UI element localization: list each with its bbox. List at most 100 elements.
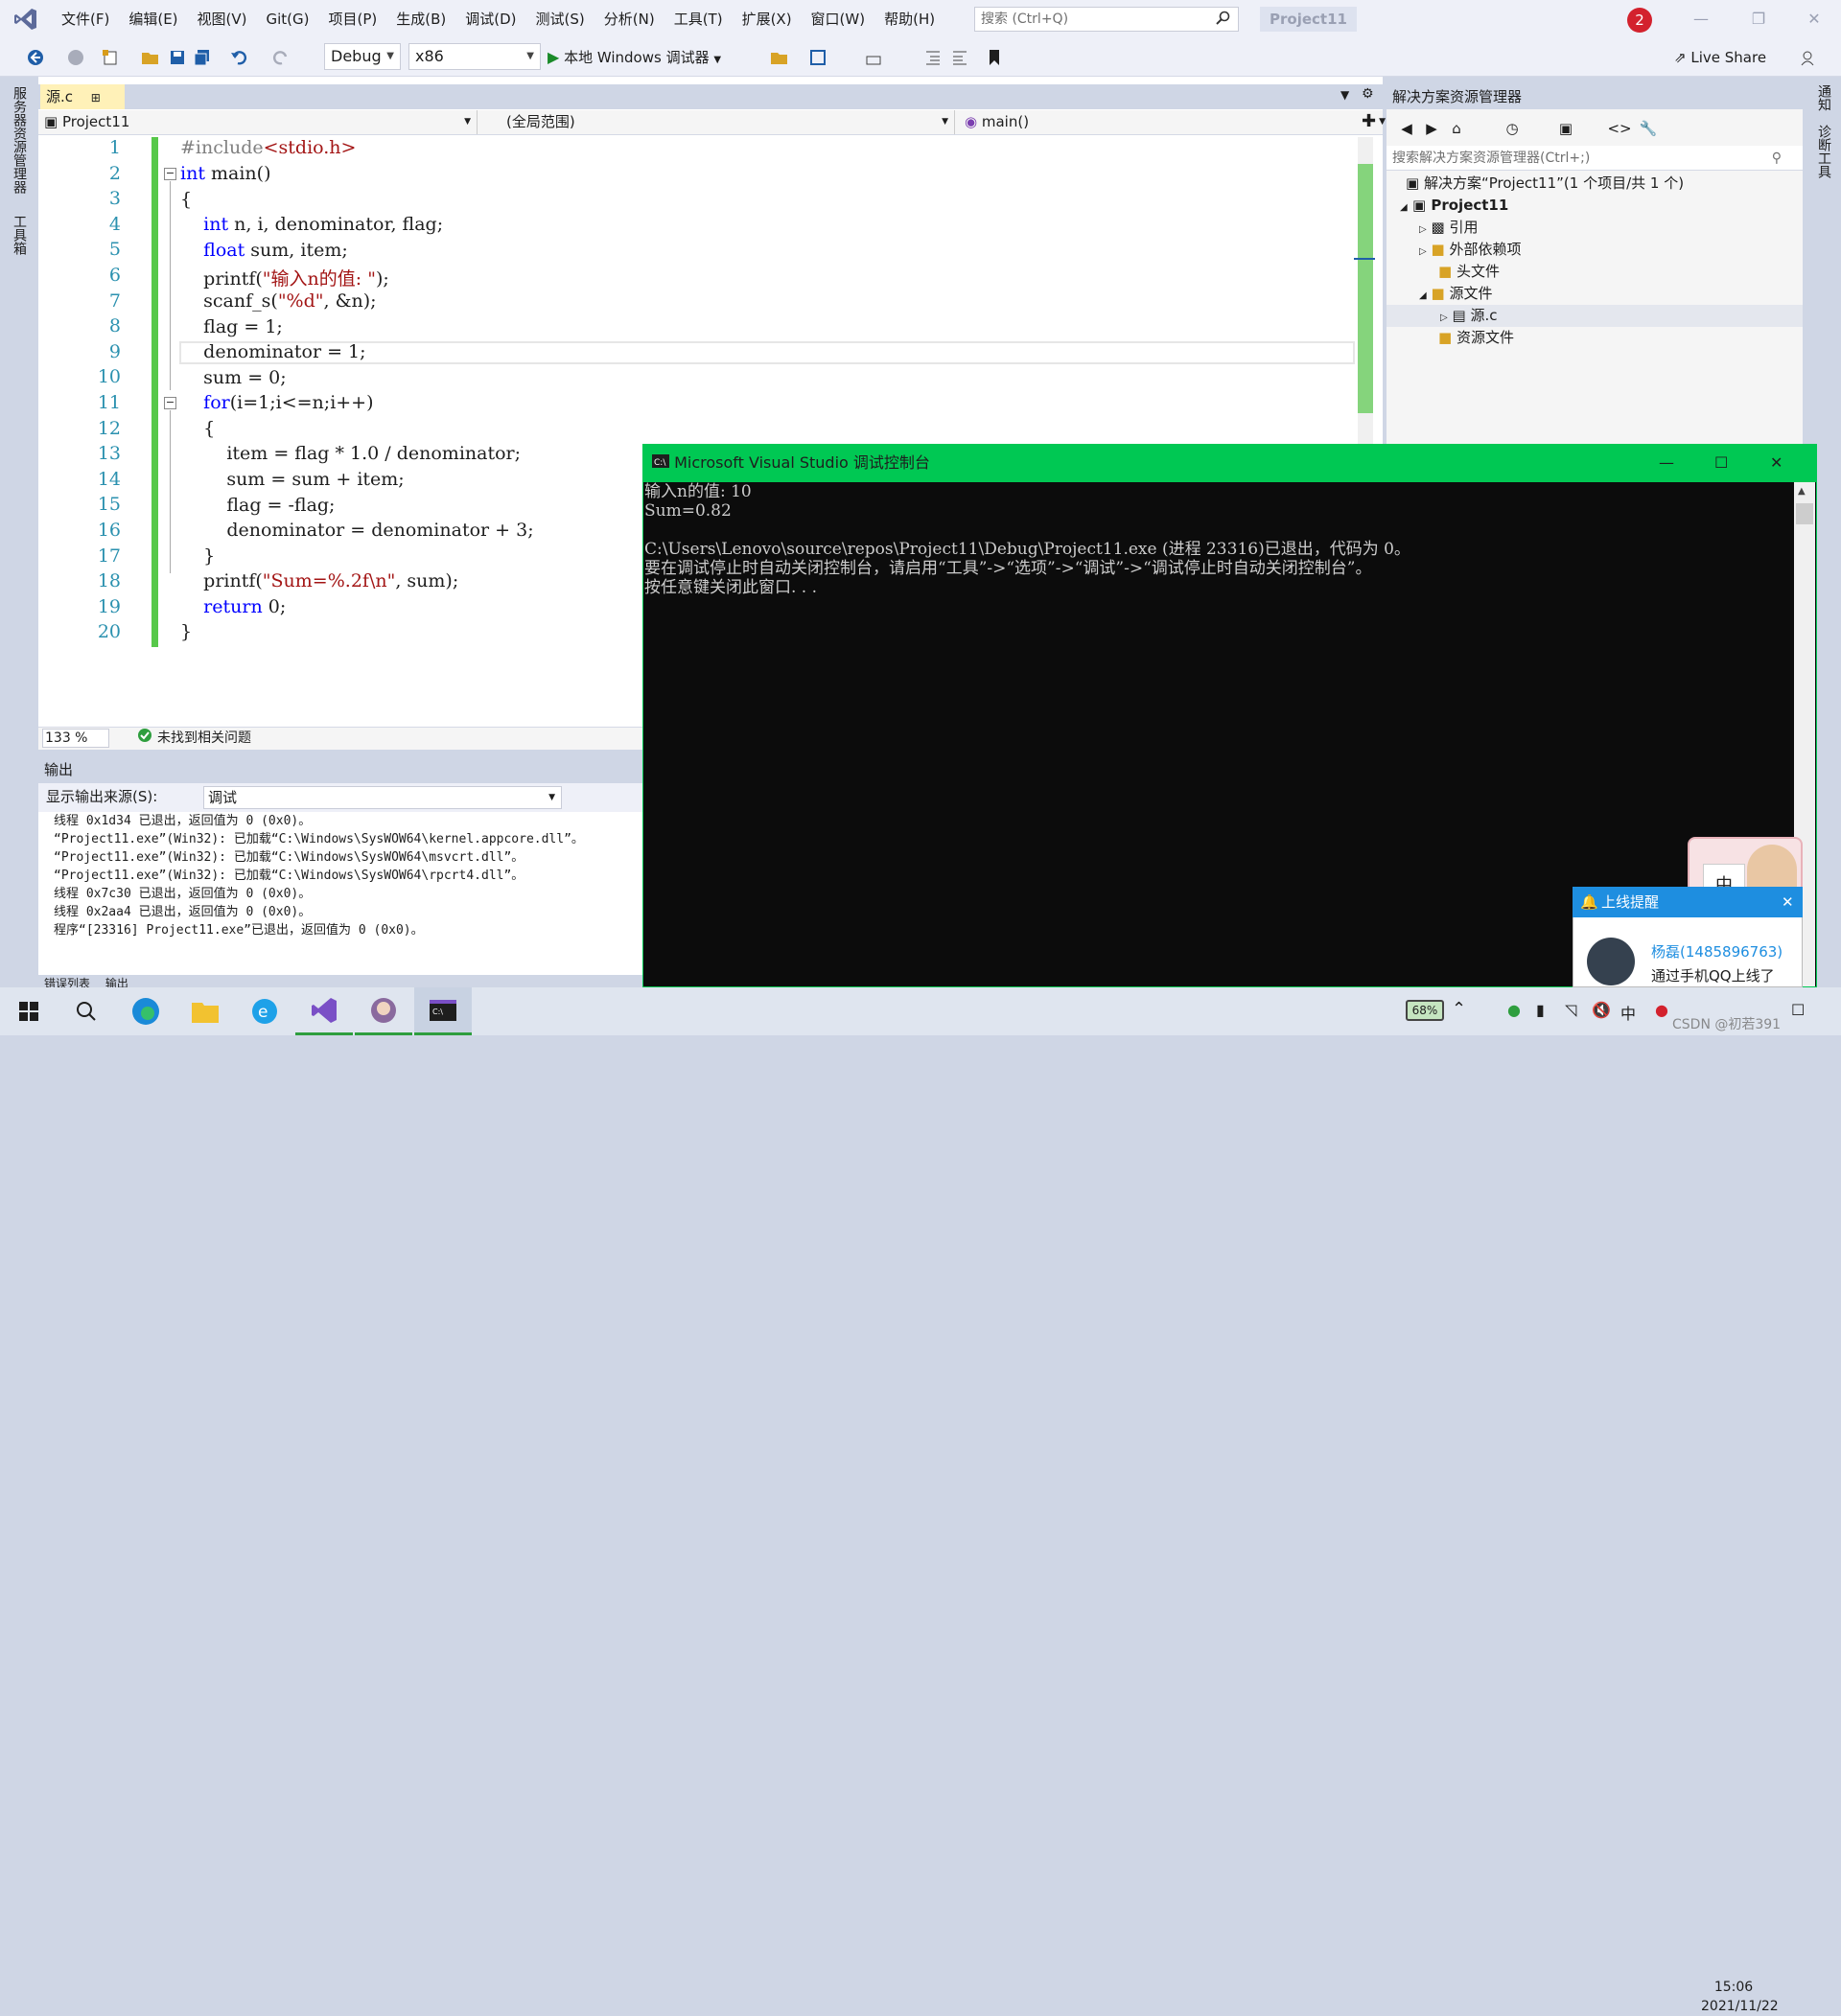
code-line[interactable]: { (180, 189, 192, 210)
collapse-icon[interactable]: − (164, 397, 176, 409)
forward-icon[interactable] (65, 47, 86, 68)
search-icon[interactable] (1215, 11, 1230, 34)
wifi-icon[interactable]: ◹ (1565, 1001, 1576, 1019)
code-line[interactable]: { (180, 418, 215, 439)
console-minimize-button[interactable]: — (1659, 444, 1674, 482)
save-icon[interactable] (167, 47, 188, 68)
menu-edit[interactable]: 编辑(E) (119, 0, 187, 38)
nav-member-dropdown[interactable]: ◉ main() ▼ (959, 110, 1392, 134)
forward-icon[interactable]: ▶ (1421, 118, 1442, 139)
tab-source-file[interactable]: 源.c ⊞ ✕ (40, 84, 125, 131)
volume-muted-icon[interactable]: 🔇 (1592, 1001, 1611, 1019)
code-line[interactable]: } (180, 545, 215, 567)
battery-indicator[interactable]: 68% (1406, 1000, 1444, 1021)
notifications-tab[interactable]: 通知 (1814, 84, 1833, 111)
code-line[interactable]: printf("输入n的值: "); (180, 265, 389, 290)
collapse-icon[interactable]: − (164, 168, 176, 180)
search-icon[interactable]: ⚲ (1772, 146, 1782, 171)
menu-file[interactable]: 文件(F) (52, 0, 119, 38)
notification-badge[interactable]: 2 (1627, 8, 1652, 33)
code-line[interactable]: scanf_s("%d", &n); (180, 290, 376, 312)
open-folder-icon[interactable] (140, 47, 161, 68)
edge-browser-icon[interactable] (117, 987, 175, 1035)
code-line[interactable]: sum = 0; (180, 367, 287, 388)
menu-project[interactable]: 项目(P) (319, 0, 387, 38)
start-debugging-button[interactable]: ▶ 本地 Windows 调试器 ▼ (548, 46, 721, 72)
menu-debug[interactable]: 调试(D) (455, 0, 525, 38)
ime-indicator[interactable]: 中 (1620, 1001, 1636, 1024)
tree-references[interactable]: ▷ ▩ 引用 (1419, 217, 1478, 241)
scroll-thumb[interactable] (1358, 164, 1373, 413)
chevron-right-icon[interactable]: ▷ (1419, 246, 1427, 257)
redo-icon[interactable] (270, 47, 291, 68)
new-project-icon[interactable] (100, 47, 121, 68)
csdn-tray-icon[interactable]: ● (1655, 1001, 1668, 1019)
step-icon[interactable] (863, 47, 884, 68)
output-log[interactable]: 线程 0x1d34 已退出，返回值为 0 (0x0)。 “Project11.ex… (38, 812, 642, 975)
zoom-dropdown[interactable]: 133 % (42, 729, 109, 748)
feedback-icon[interactable] (1797, 47, 1818, 68)
taskbar-clock[interactable]: 15:06 2021/11/22 (1701, 1978, 1779, 2016)
visual-studio-taskbar-icon[interactable] (295, 987, 353, 1035)
menu-test[interactable]: 测试(S) (526, 0, 594, 38)
undo-icon[interactable] (228, 47, 249, 68)
code-view-icon[interactable]: <> (1607, 118, 1631, 139)
config-dropdown[interactable]: Debug ▼ (324, 43, 401, 70)
properties-wrench-icon[interactable]: 🔧 (1638, 118, 1659, 139)
code-line[interactable]: #include<stdio.h> (180, 137, 356, 158)
back-icon[interactable]: ◀ (1396, 118, 1417, 139)
diagnostics-tab[interactable]: 诊断工具 (1814, 125, 1833, 178)
menu-tools[interactable]: 工具(T) (664, 0, 733, 38)
scroll-thumb[interactable] (1796, 503, 1813, 524)
qq-avatar[interactable] (1587, 938, 1635, 985)
menu-build[interactable]: 生成(B) (386, 0, 455, 38)
code-line[interactable]: sum = sum + item; (180, 469, 404, 490)
home-icon[interactable]: ⌂ (1446, 118, 1467, 139)
chevron-right-icon[interactable]: ▷ (1419, 224, 1427, 235)
console-title-bar[interactable]: C:\ Microsoft Visual Studio 调试控制台 — ☐ ✕ (642, 444, 1817, 482)
history-icon[interactable]: ◷ (1502, 118, 1523, 139)
chevron-right-icon[interactable]: ▷ (1440, 313, 1448, 323)
minimize-button[interactable]: — (1674, 0, 1728, 38)
tree-external-deps[interactable]: ▷ ■ 外部依赖项 (1419, 239, 1521, 263)
ie-browser-icon[interactable]: e (236, 987, 293, 1035)
code-line[interactable]: flag = 1; (180, 316, 283, 337)
windows-start-icon[interactable] (0, 987, 58, 1035)
settings-gear-icon[interactable]: ⚙ (1362, 86, 1374, 102)
chevron-up-icon[interactable]: ⌃ (1452, 999, 1466, 1019)
tree-solution-root[interactable]: ▣ 解决方案“Project11”(1 个项目/共 1 个) (1406, 173, 1684, 195)
expand-icon[interactable]: ◢ (1419, 290, 1427, 301)
code-line[interactable]: denominator = denominator + 3; (180, 520, 533, 541)
scroll-up-icon[interactable]: ▲ (1798, 486, 1806, 497)
menu-window[interactable]: 窗口(W) (802, 0, 875, 38)
expand-icon[interactable]: ◢ (1400, 202, 1408, 213)
restore-button[interactable]: ❐ (1732, 0, 1785, 38)
qq-contact-name[interactable]: 杨磊(1485896763) (1651, 941, 1783, 962)
code-line[interactable]: item = flag * 1.0 / denominator; (180, 443, 521, 464)
search-icon[interactable] (58, 987, 115, 1035)
bookmark-icon[interactable] (984, 47, 1005, 68)
console-taskbar-icon[interactable]: C:\ (414, 987, 472, 1035)
code-line[interactable]: printf("Sum=%.2f\n", sum); (180, 570, 458, 591)
save-all-icon[interactable] (192, 47, 213, 68)
tree-source-file[interactable]: ▷ ▤ 源.c (1440, 305, 1497, 329)
tree-header-files[interactable]: ■ 头文件 (1438, 261, 1500, 283)
tree-project[interactable]: ◢ ▣ Project11 (1400, 195, 1508, 219)
menu-analyze[interactable]: 分析(N) (594, 0, 664, 38)
solution-explorer-icon[interactable] (807, 47, 828, 68)
qq-close-icon[interactable]: ✕ (1782, 887, 1794, 917)
code-line[interactable]: float sum, item; (180, 240, 348, 261)
file-explorer-icon[interactable] (176, 987, 234, 1035)
editor-scrollbar[interactable] (1354, 137, 1375, 444)
indent-icon[interactable] (922, 47, 944, 68)
live-share-button[interactable]: ⇗ Live Share (1674, 46, 1766, 69)
tree-source-files[interactable]: ◢ ■ 源文件 (1419, 283, 1492, 307)
code-line[interactable]: int main() (180, 163, 270, 184)
tree-resource-files[interactable]: ■ 资源文件 (1438, 327, 1514, 349)
pin-icon[interactable]: ⊞ (91, 91, 101, 104)
qq-taskbar-icon[interactable] (355, 987, 412, 1035)
battery-tray-icon[interactable]: ▮ (1536, 1001, 1545, 1019)
outdent-icon[interactable] (949, 47, 970, 68)
output-source-dropdown[interactable]: 调试 ▼ (203, 786, 562, 809)
nav-scope-dropdown[interactable]: (全局范围) ▼ (481, 110, 955, 134)
